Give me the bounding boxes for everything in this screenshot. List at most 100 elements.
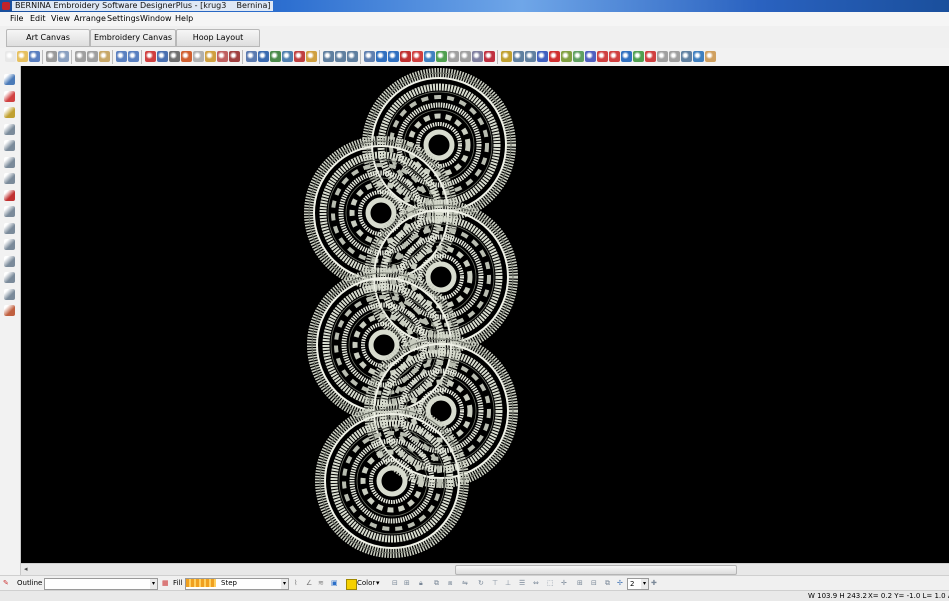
- color-label[interactable]: Color: [357, 579, 375, 587]
- new-icon[interactable]: [5, 51, 16, 62]
- ungroup-icon[interactable]: ⧈: [448, 579, 452, 588]
- size-icon[interactable]: ⬚: [547, 579, 554, 587]
- fill-icon[interactable]: ▦: [162, 579, 169, 587]
- digitize-tool-icon[interactable]: [4, 107, 15, 118]
- chevron-down-icon[interactable]: ▾: [150, 579, 157, 589]
- chevron-down-icon[interactable]: ▾: [281, 579, 288, 589]
- menu-arrange[interactable]: Arrange: [74, 14, 106, 23]
- appliqué-icon[interactable]: [448, 51, 459, 62]
- shape-icon[interactable]: [633, 51, 644, 62]
- star-icon[interactable]: [537, 51, 548, 62]
- menu-settings[interactable]: Settings: [107, 14, 140, 23]
- stitch-angle-icon[interactable]: ∠: [306, 579, 312, 587]
- reshape-icon[interactable]: [364, 51, 375, 62]
- cross-stitch-tool-icon[interactable]: [4, 288, 15, 300]
- zoom-100-icon[interactable]: [323, 51, 334, 62]
- blackwork-tool-icon[interactable]: [4, 239, 15, 250]
- save-icon[interactable]: [29, 51, 40, 62]
- outline-icon[interactable]: ✎: [3, 579, 9, 587]
- stitch-density-icon[interactable]: ≋: [318, 579, 324, 587]
- align-bottom-icon[interactable]: ⊥: [505, 579, 511, 587]
- circle-icon[interactable]: [472, 51, 483, 62]
- fill-type-select[interactable]: Step ▾: [185, 578, 289, 590]
- zoom-out-icon[interactable]: [294, 51, 305, 62]
- stitch-tool-icon[interactable]: ⌇: [294, 579, 297, 587]
- zoom-selected-icon[interactable]: [306, 51, 317, 62]
- print-icon[interactable]: [46, 51, 57, 62]
- menu-file[interactable]: File: [10, 14, 23, 23]
- lasso-tool-icon[interactable]: [4, 189, 15, 201]
- pan-icon[interactable]: [258, 51, 269, 62]
- closed-object-tool-icon[interactable]: [4, 173, 15, 184]
- elastic-icon[interactable]: [460, 51, 471, 62]
- show-grid-icon[interactable]: [229, 51, 240, 62]
- zoom-in-icon[interactable]: [282, 51, 293, 62]
- open-icon[interactable]: [17, 51, 28, 62]
- star2-icon[interactable]: [549, 51, 560, 62]
- menu-edit[interactable]: Edit: [30, 14, 46, 23]
- stitch-player-icon[interactable]: [181, 51, 192, 62]
- rotate-icon[interactable]: [388, 51, 399, 62]
- select-icon[interactable]: [525, 51, 536, 62]
- menu-window[interactable]: Window: [140, 14, 172, 23]
- chevron-down-icon[interactable]: ▾: [376, 579, 380, 587]
- quilt-icon[interactable]: [400, 51, 411, 62]
- twist-icon[interactable]: [573, 51, 584, 62]
- tab-art-canvas[interactable]: Art Canvas: [6, 29, 90, 47]
- zoom-all-icon[interactable]: [347, 51, 358, 62]
- undo-icon[interactable]: [116, 51, 127, 62]
- scroll-left-icon[interactable]: ◂: [24, 565, 28, 573]
- page-select[interactable]: 2 ▾: [627, 578, 649, 590]
- mirror-icon[interactable]: ⇋: [462, 579, 468, 587]
- menu-view[interactable]: View: [51, 14, 70, 23]
- copy-icon[interactable]: [87, 51, 98, 62]
- paint-tool-icon[interactable]: [4, 305, 15, 316]
- lock-icon[interactable]: 🔒︎: [419, 579, 423, 588]
- square-tool-icon[interactable]: [609, 51, 620, 62]
- curve-icon[interactable]: [585, 51, 596, 62]
- align-top-icon[interactable]: ⊤: [492, 579, 498, 587]
- arrange-icon[interactable]: ⊞: [577, 579, 583, 587]
- array-icon[interactable]: ✢: [617, 579, 623, 587]
- flower-icon[interactable]: [645, 51, 656, 62]
- show-hoop-icon[interactable]: [217, 51, 228, 62]
- hoop-icon[interactable]: [157, 51, 168, 62]
- horizontal-scrollbar[interactable]: ◂: [21, 563, 949, 575]
- zoom-prev-icon[interactable]: [335, 51, 346, 62]
- cut-icon[interactable]: [75, 51, 86, 62]
- grid2-icon[interactable]: [693, 51, 704, 62]
- show-objects-icon[interactable]: [205, 51, 216, 62]
- eyedropper-icon[interactable]: [513, 51, 524, 62]
- paste-icon[interactable]: [99, 51, 110, 62]
- scrollbar-thumb[interactable]: [455, 565, 737, 575]
- select-tool-icon[interactable]: [4, 74, 15, 85]
- fill-tool-icon[interactable]: [4, 140, 15, 151]
- group-icon[interactable]: ⧉: [434, 579, 439, 588]
- pattern-icon[interactable]: [412, 51, 423, 62]
- center-icon[interactable]: ✛: [561, 579, 567, 587]
- order-icon[interactable]: ⊟: [591, 579, 597, 587]
- zoom-box-icon[interactable]: [246, 51, 257, 62]
- transform-icon[interactable]: [376, 51, 387, 62]
- applique-tool-icon[interactable]: [4, 206, 15, 217]
- jump-icon[interactable]: [657, 51, 668, 62]
- heart-icon[interactable]: [484, 51, 495, 62]
- color-swatch[interactable]: [346, 579, 357, 590]
- magic-wand-icon[interactable]: [501, 51, 512, 62]
- duplicate-icon[interactable]: ⧉: [605, 579, 610, 588]
- distribute-icon[interactable]: ☰: [519, 579, 525, 587]
- grid-icon[interactable]: [145, 51, 156, 62]
- satin-tool-icon[interactable]: [4, 123, 15, 135]
- add-page-icon[interactable]: ✚: [651, 579, 657, 587]
- fill-settings-icon[interactable]: ▣: [331, 579, 338, 587]
- tab-embroidery-canvas[interactable]: Embroidery Canvas: [90, 29, 176, 47]
- embroidery-canvas[interactable]: [21, 66, 949, 563]
- print-preview-icon[interactable]: [58, 51, 69, 62]
- align-center-icon[interactable]: ⊞: [404, 579, 410, 587]
- show-stitches-icon[interactable]: [193, 51, 204, 62]
- monogram-icon[interactable]: [436, 51, 447, 62]
- redo-icon[interactable]: [128, 51, 139, 62]
- rotate-icon[interactable]: ↻: [478, 579, 484, 587]
- frame-icon[interactable]: [681, 51, 692, 62]
- menu-help[interactable]: Help: [175, 14, 193, 23]
